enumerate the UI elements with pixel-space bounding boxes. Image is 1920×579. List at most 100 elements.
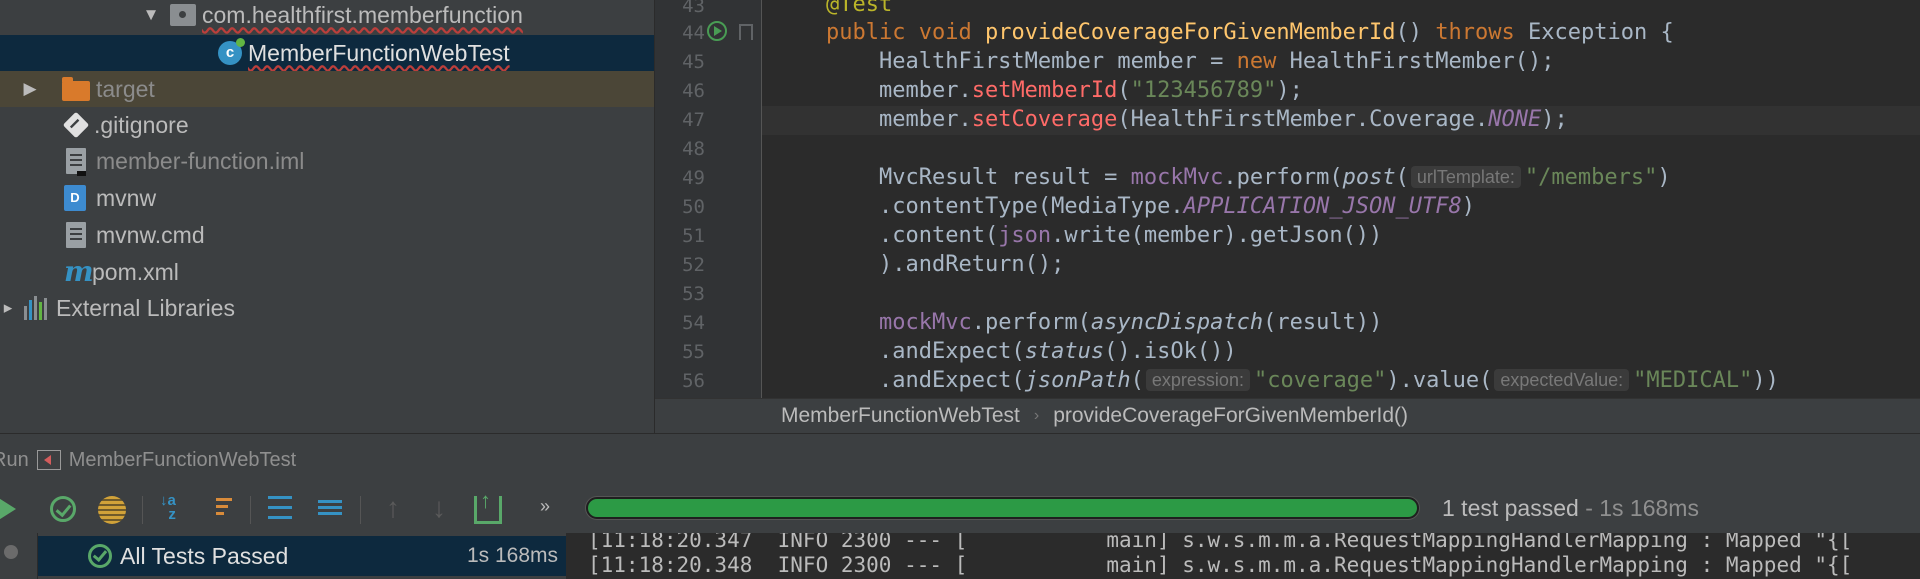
toolbar-divider <box>360 496 361 524</box>
test-tree-side-strip <box>0 533 38 579</box>
code-line: member.setMemberId("123456789"); <box>826 78 1303 103</box>
run-tab[interactable]: MemberFunctionWebTest <box>69 449 297 472</box>
line-number: 45 <box>682 51 705 73</box>
pin-icon[interactable] <box>4 545 18 559</box>
code-line: HealthFirstMember member = new HealthFir… <box>826 49 1555 74</box>
tests-passed-count: 1 test passed <box>1442 495 1579 521</box>
libraries-icon <box>24 296 50 320</box>
tree-item-label: com.healthfirst.memberfunction <box>202 1 523 28</box>
chevron-down-icon[interactable]: ▼ <box>138 5 164 25</box>
more-actions-icon[interactable]: » <box>540 496 570 526</box>
method-marker-icon <box>739 24 753 40</box>
chevron-right-icon[interactable]: ▶ <box>22 79 38 99</box>
run-tool-window-header: Run MemberFunctionWebTest <box>0 433 1920 486</box>
project-tree-panel: ▼ com.healthfirst.memberfunction c Membe… <box>0 0 655 433</box>
tree-item-gitignore[interactable]: .gitignore <box>0 107 655 143</box>
code-line: @Test <box>826 0 893 17</box>
code-line: public void provideCoverageForGivenMembe… <box>826 20 1674 45</box>
test-tree-root[interactable]: All Tests Passed 1s 168ms <box>38 536 566 576</box>
line-number: 44 <box>682 22 705 44</box>
code-line: .contentType(MediaType.APPLICATION_JSON_… <box>826 194 1476 219</box>
tree-item-label: External Libraries <box>56 294 235 321</box>
tree-item-label: mvnw.cmd <box>96 221 205 248</box>
line-number: 43 <box>682 0 705 17</box>
sort-by-duration-icon[interactable] <box>208 494 238 524</box>
tree-item-pom[interactable]: m pom.xml <box>0 254 655 290</box>
test-progress-bar <box>585 496 1420 520</box>
tree-item-label: pom.xml <box>92 258 179 285</box>
line-number: 47 <box>682 109 705 131</box>
show-ignored-icon[interactable] <box>98 496 126 524</box>
text-file-icon <box>66 222 86 248</box>
breadcrumb: MemberFunctionWebTest › provideCoverageF… <box>655 398 1920 433</box>
tree-item-test-class[interactable]: c MemberFunctionWebTest <box>0 35 655 71</box>
iml-file-icon <box>66 148 86 176</box>
rerun-play-icon[interactable] <box>0 495 16 523</box>
line-number: 56 <box>682 370 705 392</box>
maven-icon: m <box>64 255 94 288</box>
line-number: 50 <box>682 196 705 218</box>
sort-alphabetically-icon[interactable]: ↓a z <box>160 493 190 524</box>
show-passed-icon[interactable] <box>50 496 76 522</box>
tree-item-label: mvnw <box>96 184 157 211</box>
code-editor[interactable]: 43 44 45 46 47 48 49 50 51 52 53 54 55 5… <box>655 0 1920 433</box>
toolbar-divider <box>142 496 143 524</box>
code-line: MvcResult result = mockMvc.perform(post(… <box>826 165 1671 190</box>
tree-item-label: target <box>96 75 155 102</box>
line-number: 51 <box>682 225 705 247</box>
run-label: Run <box>0 448 29 471</box>
test-progress-status: 1 test passed - 1s 168ms <box>1442 495 1699 522</box>
code-line: .content(json.write(member).getJson()) <box>826 223 1383 248</box>
code-line: member.setCoverage(HealthFirstMember.Cov… <box>826 107 1568 132</box>
line-number: 46 <box>682 80 705 102</box>
parameter-hint: urlTemplate: <box>1410 166 1521 188</box>
tree-item-label: MemberFunctionWebTest <box>248 39 510 66</box>
git-icon <box>62 111 90 139</box>
line-number: 54 <box>682 312 705 334</box>
parameter-hint: expectedValue: <box>1494 369 1630 391</box>
tree-item-label: member-function.iml <box>96 147 305 174</box>
test-progress-fill <box>588 499 1417 517</box>
code-line: mockMvc.perform(asyncDispatch(result)) <box>878 310 1383 335</box>
tree-item-external-libraries[interactable]: ▸ External Libraries <box>0 290 655 326</box>
code-line: .andExpect(jsonPath(expression: "coverage… <box>826 368 1779 393</box>
tree-item-mvnw-cmd[interactable]: mvnw.cmd <box>0 217 655 253</box>
console-output[interactable]: [11:18:20.347 INFO 2300 --- [ main] s.w.… <box>566 533 1920 579</box>
parameter-hint: expression: <box>1145 369 1250 391</box>
test-class-icon: c <box>218 38 245 65</box>
line-number: 52 <box>682 254 705 276</box>
tree-item-package[interactable]: ▼ com.healthfirst.memberfunction <box>0 0 655 33</box>
chevron-right-icon[interactable]: ▸ <box>0 298 16 318</box>
tree-item-iml[interactable]: member-function.iml <box>0 143 655 179</box>
test-tree-root-label: All Tests Passed <box>120 542 289 569</box>
script-file-icon: D <box>64 185 86 211</box>
previous-failed-icon[interactable]: ↑ <box>378 494 408 524</box>
line-number: 55 <box>682 341 705 363</box>
expand-all-icon[interactable] <box>266 494 296 524</box>
line-number: 49 <box>682 167 705 189</box>
run-test-icon[interactable] <box>707 21 727 41</box>
export-results-icon[interactable] <box>474 488 502 524</box>
tree-item-target[interactable]: ▶ target <box>0 71 655 107</box>
breadcrumb-method[interactable]: provideCoverageForGivenMemberId() <box>1053 404 1408 428</box>
console-line: [11:18:20.347 INFO 2300 --- [ main] s.w.… <box>588 533 1853 552</box>
test-tree-root-duration: 1s 168ms <box>466 544 558 567</box>
package-icon <box>170 4 196 26</box>
tree-item-label: .gitignore <box>94 111 189 138</box>
toolbar-divider <box>250 496 251 524</box>
run-config-icon <box>36 450 61 470</box>
console-line: [11:18:20.348 INFO 2300 --- [ main] s.w.… <box>588 553 1853 577</box>
code-line: .andExpect(status().isOk()) <box>826 339 1237 364</box>
line-number: 53 <box>682 283 705 305</box>
code-line: ).andReturn(); <box>826 252 1065 277</box>
tree-item-mvnw[interactable]: D mvnw <box>0 180 655 216</box>
next-failed-icon[interactable]: ↓ <box>424 494 454 524</box>
folder-icon <box>62 76 90 101</box>
gutter-divider <box>761 0 762 398</box>
chevron-right-icon: › <box>1033 407 1040 424</box>
breadcrumb-class[interactable]: MemberFunctionWebTest <box>781 404 1020 428</box>
passed-check-icon <box>88 544 112 568</box>
tests-duration: - 1s 168ms <box>1585 495 1699 521</box>
line-number: 48 <box>682 138 705 160</box>
collapse-all-icon[interactable] <box>316 494 346 524</box>
